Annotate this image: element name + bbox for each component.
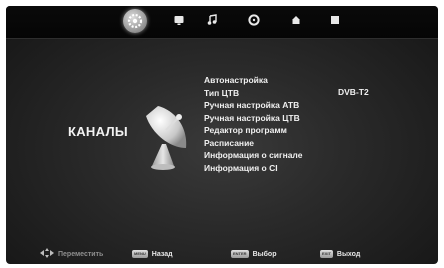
menu-item-auto-tuning[interactable]: Автонастройка [204, 74, 302, 87]
hint-move: Переместить [40, 248, 103, 260]
monitor-icon [172, 14, 186, 26]
menu-tab-bar [6, 6, 438, 39]
menu-item-program-editor[interactable]: Редактор программ [204, 124, 302, 137]
enter-key-icon: ENTER [231, 250, 249, 258]
hint-exit: EXIT Выход [320, 248, 360, 260]
gear-icon [123, 9, 147, 33]
menu-key-icon: MENU [132, 250, 148, 258]
menu-item-atv-manual-tuning[interactable]: Ручная настройка АТВ [204, 99, 302, 112]
tab-picture[interactable] [172, 14, 186, 28]
hint-select-label: Выбор [252, 250, 277, 258]
dpad-arrows-icon [40, 248, 54, 260]
exit-key-icon: EXIT [320, 250, 333, 258]
hint-select: ENTER Выбор [231, 248, 276, 260]
hint-move-label: Переместить [58, 250, 104, 258]
channel-menu: Автонастройка Тип ЦТВ Ручная настройка А… [204, 74, 302, 174]
hint-exit-label: Выход [336, 250, 361, 258]
menu-item-dtv-type[interactable]: Тип ЦТВ [204, 87, 302, 100]
tv-screen: КАНАЛЫ Автонастройка Тип ЦТВ Ручная наст… [6, 6, 438, 264]
tab-time[interactable] [247, 14, 261, 28]
lock-icon [289, 14, 303, 26]
menu-item-dtv-manual-tuning[interactable]: Ручная настройка ЦТВ [204, 112, 302, 125]
clock-icon [247, 14, 261, 26]
menu-item-ci-information[interactable]: Информация о CI [204, 162, 302, 175]
menu-item-schedule[interactable]: Расписание [204, 137, 302, 150]
tab-sound[interactable] [205, 14, 219, 28]
hint-back: MENU Назад [132, 248, 173, 260]
music-note-icon [205, 14, 219, 26]
tab-setup[interactable] [328, 14, 342, 28]
hint-bar: Переместить MENU Назад ENTER Выбор EXIT … [6, 242, 438, 264]
square-icon [328, 14, 342, 26]
section-title: КАНАЛЫ [68, 124, 128, 139]
tab-lock[interactable] [289, 14, 303, 28]
tab-channel[interactable] [123, 9, 147, 33]
hint-back-label: Назад [151, 250, 173, 258]
dtv-type-value[interactable]: DVB-T2 [338, 87, 369, 97]
satellite-dish-icon [136, 104, 192, 174]
menu-item-signal-information[interactable]: Информация о сигнале [204, 149, 302, 162]
